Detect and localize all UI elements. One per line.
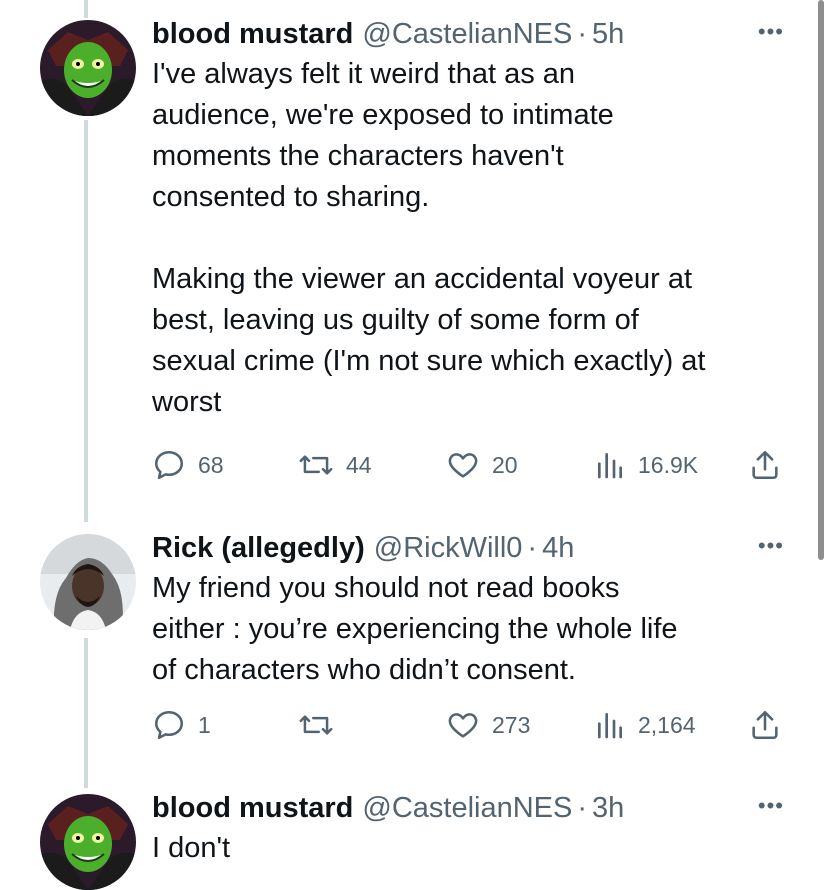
timestamp[interactable]: 3h xyxy=(592,790,624,826)
more-icon[interactable]: ••• xyxy=(758,21,784,43)
timestamp[interactable]: 4h xyxy=(542,530,574,566)
share-button[interactable] xyxy=(748,708,782,742)
reply-button[interactable]: 68 xyxy=(152,448,224,482)
views-button[interactable]: 16.9K xyxy=(594,448,698,482)
display-name[interactable]: Rick (allegedly) xyxy=(152,530,365,566)
separator-dot: · xyxy=(577,18,588,50)
like-button[interactable]: 20 xyxy=(446,448,518,482)
share-button[interactable] xyxy=(748,448,782,482)
avatar[interactable] xyxy=(40,20,136,116)
like-icon xyxy=(446,448,480,482)
more-icon[interactable]: ••• xyxy=(758,795,784,817)
retweet-icon xyxy=(298,448,334,482)
views-count: 2,164 xyxy=(638,711,696,738)
views-button[interactable]: 2,164 xyxy=(594,708,696,742)
display-name[interactable]: blood mustard xyxy=(152,16,353,52)
share-icon xyxy=(748,448,782,482)
views-icon xyxy=(594,708,626,742)
tweet-text: My friend you should not read books eith… xyxy=(152,572,678,686)
reply-count: 68 xyxy=(198,451,224,478)
avatar[interactable] xyxy=(40,534,136,630)
retweet-icon xyxy=(298,708,334,742)
handle[interactable]: @CastelianNES xyxy=(362,16,572,52)
like-count: 273 xyxy=(492,711,531,738)
tweet-text: I've always felt it weird that as an aud… xyxy=(152,58,706,418)
like-count: 20 xyxy=(492,451,518,478)
retweet-button[interactable] xyxy=(298,708,346,742)
timestamp[interactable]: 5h xyxy=(592,16,624,52)
separator-dot: · xyxy=(577,792,588,824)
share-icon xyxy=(748,708,782,742)
action-bar: 1 273 2,164 xyxy=(0,708,828,744)
more-icon[interactable]: ••• xyxy=(758,535,784,557)
action-bar: 68 44 20 16.9K xyxy=(0,448,828,484)
views-count: 16.9K xyxy=(638,451,699,478)
tweet-2[interactable]: Rick (allegedly) @RickWill0 · 4h ••• My … xyxy=(0,530,828,780)
retweet-button[interactable]: 44 xyxy=(298,448,372,482)
reply-icon xyxy=(152,448,186,482)
tweet-text: I don't xyxy=(152,832,231,864)
reply-icon xyxy=(152,708,186,742)
handle[interactable]: @CastelianNES xyxy=(362,790,572,826)
tweet-1[interactable]: blood mustard @CastelianNES · 5h ••• I'v… xyxy=(0,0,828,530)
like-icon xyxy=(446,708,480,742)
like-button[interactable]: 273 xyxy=(446,708,530,742)
reply-count: 1 xyxy=(198,711,211,738)
tweet-header: blood mustard @CastelianNES · 5h xyxy=(152,16,784,52)
retweet-count: 44 xyxy=(346,451,372,478)
views-icon xyxy=(594,448,626,482)
tweet-3[interactable]: blood mustard @CastelianNES · 3h ••• I d… xyxy=(0,790,828,890)
avatar[interactable] xyxy=(40,794,136,890)
tweet-header: blood mustard @CastelianNES · 3h xyxy=(152,790,784,826)
display-name[interactable]: blood mustard xyxy=(152,790,353,826)
tweet-header: Rick (allegedly) @RickWill0 · 4h xyxy=(152,530,784,566)
handle[interactable]: @RickWill0 xyxy=(374,530,523,566)
reply-button[interactable]: 1 xyxy=(152,708,211,742)
separator-dot: · xyxy=(527,532,538,564)
